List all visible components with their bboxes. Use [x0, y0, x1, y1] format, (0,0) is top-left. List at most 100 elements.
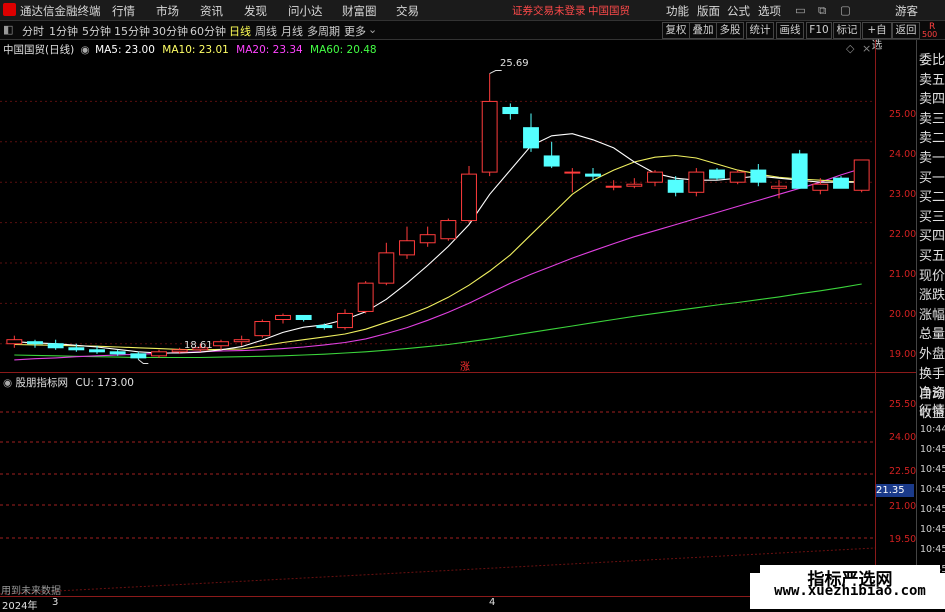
candle-body	[461, 173, 477, 222]
candle	[254, 319, 271, 338]
high-arrow	[489, 70, 502, 75]
quote-field-label: 现价	[919, 268, 945, 284]
price-tick: 19.00	[889, 349, 917, 360]
quote-label[interactable]: 行情	[919, 402, 945, 421]
candle-body	[833, 177, 849, 189]
candle	[6, 335, 23, 348]
candle	[853, 159, 870, 193]
quote-field-label: 买二	[919, 190, 945, 206]
quote-field-label: 换手	[919, 366, 945, 382]
sub-chart-title: 股朋指标网	[15, 377, 69, 389]
quote-field-label: 卖一	[919, 151, 945, 166]
candle-body	[68, 347, 85, 351]
trade-time: 10:45	[920, 444, 945, 455]
candle-body	[233, 339, 250, 343]
sub-settings-icon[interactable]: ◉	[3, 377, 12, 389]
candle-body	[502, 106, 519, 115]
candle-body	[585, 173, 601, 177]
watermark: 指标严选网 www.xuezhibiao.com	[750, 565, 945, 609]
axis-year: 2024年	[2, 601, 38, 612]
candle	[27, 339, 43, 348]
candle-body	[109, 351, 126, 355]
sub-trend-line	[0, 547, 876, 595]
candle	[461, 166, 477, 223]
main-chart-info: 中国国贸(日线) ◉ MA5: 23.00 MA10: 23.01 MA20: …	[3, 42, 377, 57]
candle	[213, 339, 229, 350]
candle	[130, 351, 147, 360]
kline-chart[interactable]	[0, 0, 945, 609]
trade-time: 10:45	[920, 484, 945, 495]
price-tick: 23.00	[889, 189, 917, 200]
candle-body	[688, 171, 705, 193]
price-tick: 25.00	[889, 109, 917, 120]
ma5-line	[14, 133, 862, 354]
quote-field-label: 买四	[919, 229, 945, 245]
candle-body	[626, 183, 643, 187]
candle	[564, 168, 581, 193]
candle	[295, 314, 312, 322]
ma60-label: MA60: 20.48	[310, 44, 377, 56]
trade-time: 10:45	[920, 464, 945, 475]
quote-field-label: 外盘	[919, 347, 945, 362]
diamond-icon[interactable]: ◇	[846, 42, 854, 55]
price-tick: 20.00	[889, 309, 917, 320]
close-icon[interactable]: ×	[862, 42, 871, 55]
candle	[585, 168, 601, 181]
axis-month-3: 3	[52, 597, 59, 608]
future-data-note: 用到未来数据	[1, 586, 61, 597]
candle-body	[771, 185, 787, 189]
sub-tick: 19.50	[889, 534, 917, 545]
trade-time: 10:45	[920, 544, 945, 555]
candle-body	[709, 169, 725, 179]
quote-field-label: 买五	[919, 249, 945, 264]
ma20-line	[14, 167, 862, 361]
candle	[647, 170, 663, 187]
candle-body	[564, 171, 581, 174]
candle-body	[27, 341, 43, 345]
ma10-label: MA10: 23.01	[162, 44, 229, 56]
watermark-url: www.xuezhibiao.com	[774, 583, 926, 599]
quote-field-label: 涨跌	[919, 288, 945, 304]
candle	[275, 313, 291, 324]
candle	[378, 242, 395, 286]
candle-body	[853, 159, 870, 191]
settings-icon[interactable]: ◉	[81, 44, 90, 56]
candle	[47, 339, 64, 350]
candle	[523, 113, 539, 152]
candle	[626, 178, 643, 189]
candle	[502, 103, 519, 120]
high-price-label: 25.69	[500, 58, 529, 69]
candle	[750, 164, 767, 187]
candle	[419, 226, 436, 247]
candle	[337, 309, 353, 330]
cu-value: CU: 173.00	[75, 377, 134, 389]
candle-body	[89, 349, 105, 353]
ma10-line	[14, 154, 862, 351]
quote-field-label: 买三	[919, 209, 945, 225]
candle-body	[151, 351, 167, 357]
candle-body	[399, 240, 415, 256]
trade-time: 10:44	[920, 424, 945, 435]
candle-body	[213, 341, 229, 347]
sub-tick: 21.00	[889, 501, 917, 512]
candle-body	[130, 353, 147, 359]
candle	[399, 226, 415, 259]
candle	[688, 168, 705, 197]
candle-body	[481, 100, 498, 173]
candle-body	[295, 314, 312, 321]
candle-body	[791, 153, 808, 189]
candle-body	[378, 252, 395, 284]
trade-time: 10:45	[920, 504, 945, 515]
rise-marker: 涨	[460, 362, 470, 373]
candle-body	[605, 185, 622, 188]
candle-body	[357, 282, 374, 312]
quote-field-label: 卖四	[919, 92, 945, 108]
quote-field-label: 买一	[919, 170, 945, 186]
candle-body	[647, 171, 663, 183]
candle	[357, 281, 374, 314]
candle-body	[440, 220, 457, 240]
candle-body	[254, 321, 271, 337]
candle-body	[6, 339, 23, 345]
candle	[729, 170, 746, 185]
candle	[481, 73, 498, 177]
